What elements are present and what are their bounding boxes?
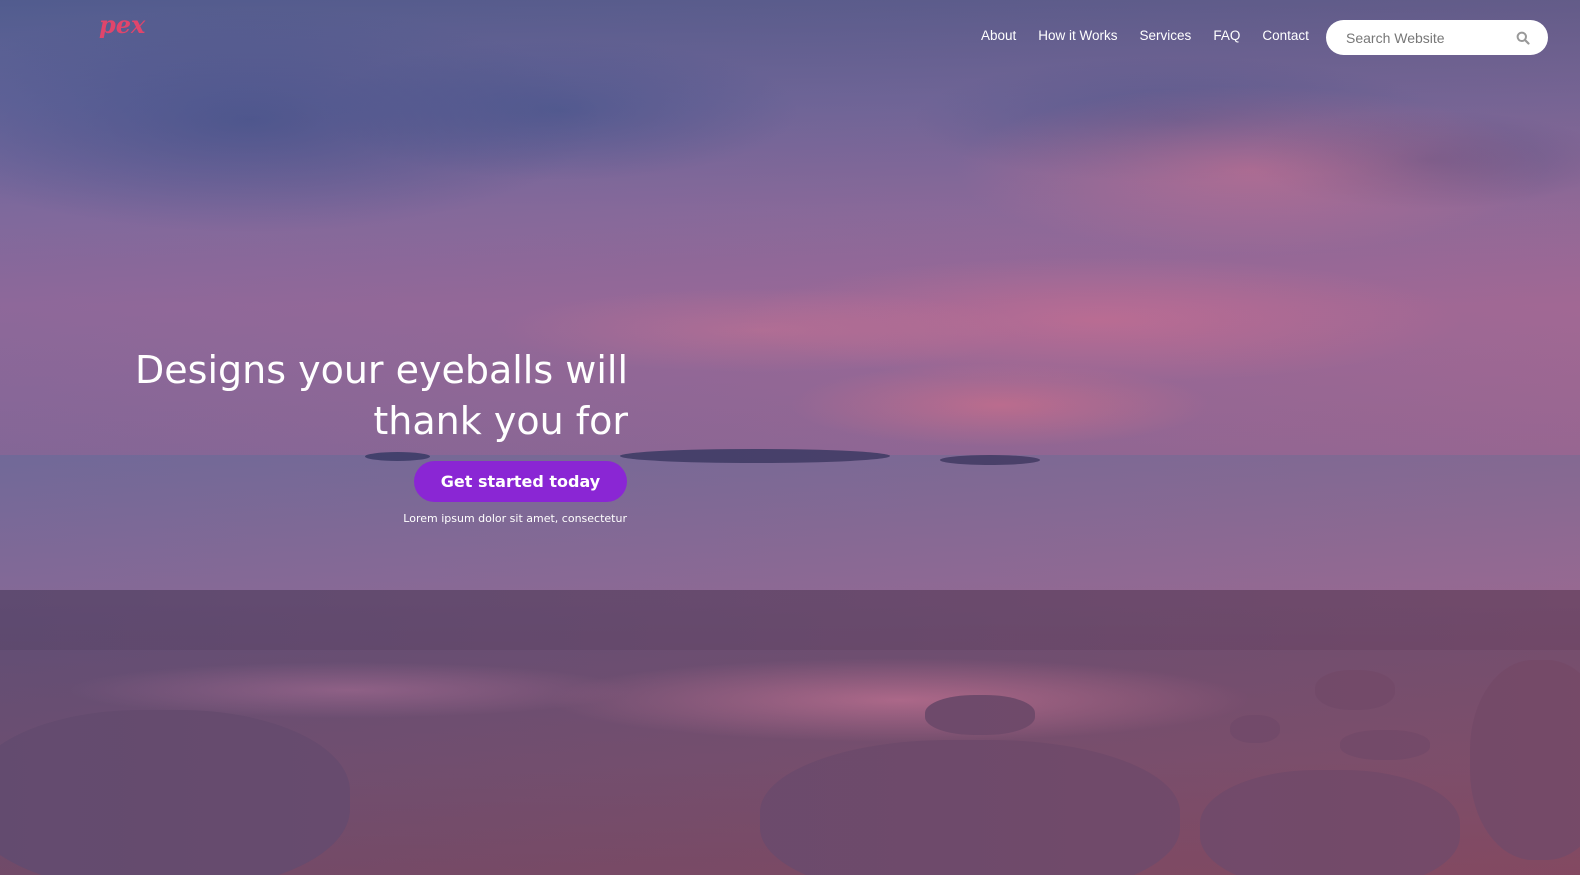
logo[interactable]: pex	[99, 10, 145, 39]
search-icon[interactable]	[1516, 31, 1530, 45]
nav-link-faq[interactable]: FAQ	[1213, 28, 1240, 43]
nav-link-how-it-works[interactable]: How it Works	[1038, 28, 1117, 43]
nav-link-contact[interactable]: Contact	[1262, 28, 1309, 43]
search-box	[1326, 20, 1548, 55]
main-menu: About How it Works Services FAQ Contact	[970, 28, 1320, 43]
search-input[interactable]	[1344, 28, 1508, 48]
hero-headline-line-1: Designs your eyeballs will	[135, 348, 628, 392]
hero-headline-line-2: thank you for	[373, 399, 628, 443]
nav-link-about[interactable]: About	[981, 28, 1016, 43]
hero-subtext: Lorem ipsum dolor sit amet, consectetur	[403, 512, 627, 525]
get-started-button[interactable]: Get started today	[414, 461, 627, 502]
top-navigation: pex About How it Works Services FAQ Cont…	[0, 0, 1580, 75]
hero-headline: Designs your eyeballs will thank you for	[120, 345, 628, 447]
nav-link-services[interactable]: Services	[1140, 28, 1192, 43]
